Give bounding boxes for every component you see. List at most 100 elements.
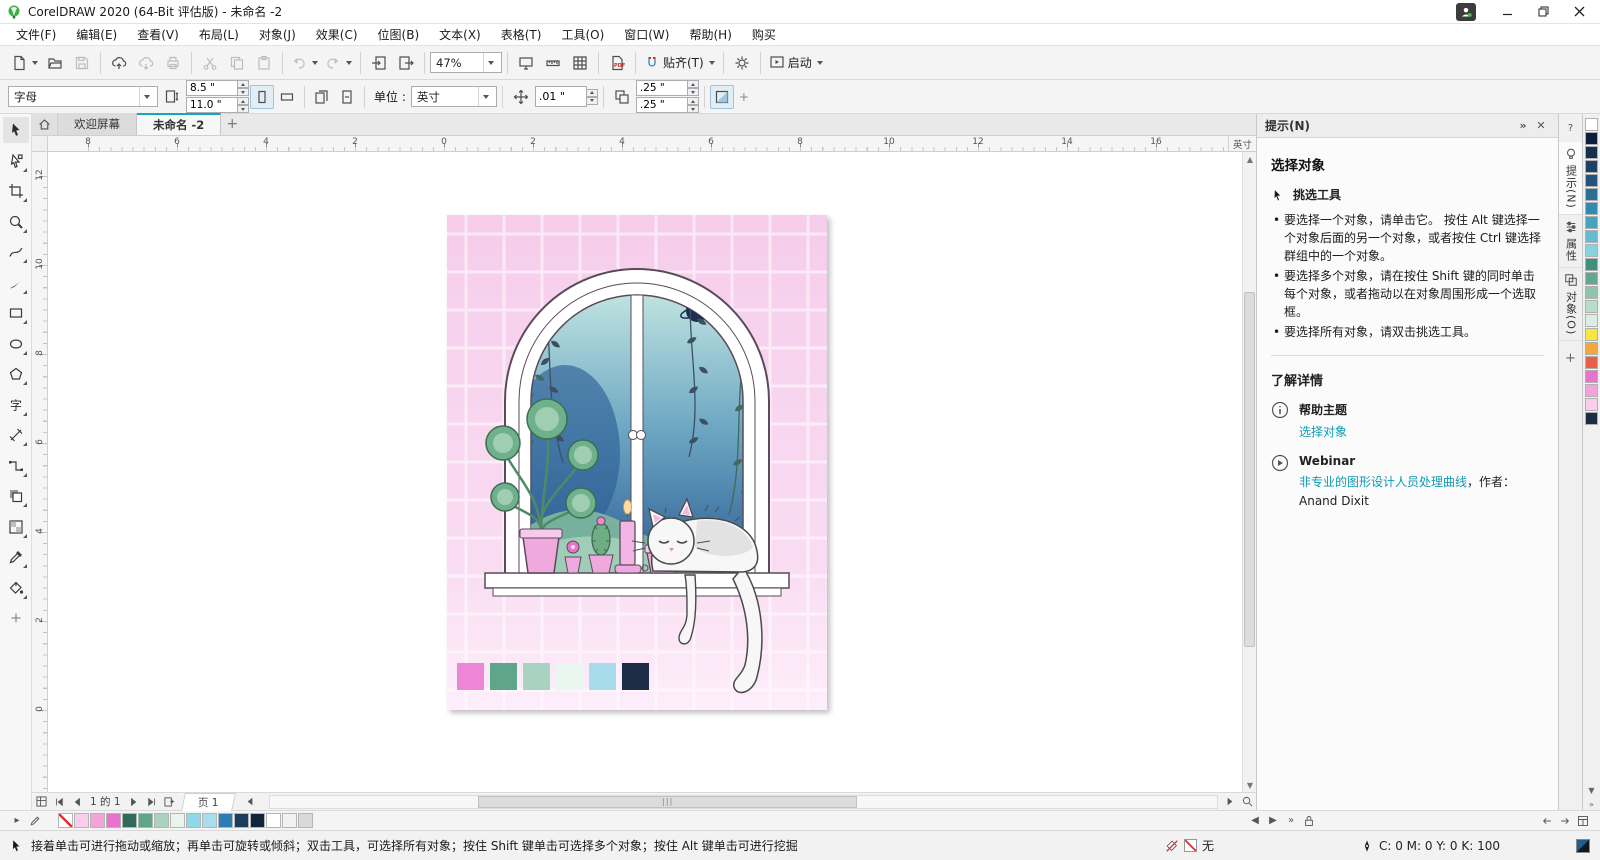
add-tool-button[interactable] bbox=[3, 605, 29, 631]
color-swatch[interactable] bbox=[1585, 384, 1598, 397]
document-palette-swatch[interactable] bbox=[74, 813, 89, 828]
current-page-button[interactable] bbox=[335, 85, 359, 109]
palette-expand-button[interactable]: ▸ bbox=[8, 812, 26, 830]
quick-customize-icon[interactable]: ? bbox=[1561, 118, 1581, 138]
width-down-button[interactable] bbox=[238, 88, 249, 96]
color-swatch[interactable] bbox=[1585, 258, 1598, 271]
last-page-button[interactable] bbox=[143, 793, 161, 811]
color-swatch[interactable] bbox=[1585, 216, 1598, 229]
user-account-icon[interactable] bbox=[1456, 2, 1476, 21]
document-palette-swatch[interactable] bbox=[266, 813, 281, 828]
color-swatch[interactable] bbox=[1585, 356, 1598, 369]
cut-button[interactable] bbox=[197, 50, 223, 76]
color-swatch[interactable] bbox=[1585, 202, 1598, 215]
page-height-input[interactable] bbox=[186, 97, 238, 113]
print-button[interactable] bbox=[160, 50, 186, 76]
help-topic-link[interactable]: 选择对象 bbox=[1299, 425, 1347, 439]
document-palette-swatch[interactable] bbox=[202, 813, 217, 828]
duplicate-x-input[interactable] bbox=[635, 80, 688, 96]
color-swatch[interactable] bbox=[1585, 244, 1598, 257]
menu-item[interactable]: 文本(X) bbox=[429, 23, 491, 46]
palette-strip-flyout-button[interactable]: » bbox=[1585, 798, 1599, 810]
landscape-button[interactable] bbox=[275, 85, 299, 109]
crop-tool[interactable] bbox=[3, 178, 29, 204]
tab-document[interactable]: 未命名 -2 bbox=[137, 113, 222, 135]
tab-welcome-screen[interactable]: 欢迎屏幕 bbox=[58, 113, 137, 135]
drop-shadow-tool[interactable] bbox=[3, 483, 29, 509]
color-swatch[interactable] bbox=[1585, 328, 1598, 341]
nudge-distance-input[interactable] bbox=[534, 86, 587, 107]
document-palette-swatch[interactable] bbox=[154, 813, 169, 828]
color-swatch[interactable] bbox=[1585, 412, 1598, 425]
freehand-tool[interactable] bbox=[3, 239, 29, 265]
webinar-link[interactable]: 非专业的图形设计人员处理曲线 bbox=[1299, 475, 1467, 489]
docker-close-icon[interactable]: ✕ bbox=[1532, 117, 1550, 135]
minimize-button[interactable] bbox=[1492, 1, 1522, 23]
dup-y-up-button[interactable] bbox=[687, 97, 699, 105]
menu-item[interactable]: 布局(L) bbox=[189, 23, 249, 46]
vertical-ruler[interactable]: 12 10 8 6 4 2 0 bbox=[32, 152, 48, 792]
color-swatch[interactable] bbox=[1585, 398, 1598, 411]
palette-scroll-down-button[interactable]: ▼ bbox=[1585, 784, 1599, 796]
new-tab-button[interactable]: + bbox=[221, 113, 243, 135]
menu-item[interactable]: 表格(T) bbox=[491, 23, 552, 46]
save-button[interactable] bbox=[69, 50, 95, 76]
polygon-tool[interactable] bbox=[3, 361, 29, 387]
document-page[interactable] bbox=[447, 215, 827, 710]
docker-tab-objects[interactable]: 对象(O) bbox=[1559, 268, 1582, 342]
show-grid-button[interactable] bbox=[567, 50, 593, 76]
nudge-down-button[interactable] bbox=[586, 96, 598, 105]
redo-button[interactable] bbox=[322, 50, 355, 76]
color-swatch[interactable] bbox=[1585, 342, 1598, 355]
color-swatch[interactable] bbox=[1585, 132, 1598, 145]
text-tool[interactable]: 字 bbox=[3, 392, 29, 418]
ellipse-tool[interactable] bbox=[3, 331, 29, 357]
add-page-button[interactable] bbox=[161, 793, 179, 811]
color-swatch[interactable] bbox=[1585, 174, 1598, 187]
parallel-dimension-tool[interactable] bbox=[3, 422, 29, 448]
forward-arrow-button[interactable] bbox=[1556, 812, 1574, 830]
color-swatch[interactable] bbox=[1585, 230, 1598, 243]
open-button[interactable] bbox=[42, 50, 68, 76]
menu-item[interactable]: 窗口(W) bbox=[614, 23, 679, 46]
home-tab-button[interactable] bbox=[32, 113, 58, 135]
units-select[interactable]: 英寸 bbox=[410, 86, 497, 107]
menu-item[interactable]: 购买 bbox=[742, 23, 786, 46]
doc-palette-flyout-button[interactable]: » bbox=[1282, 812, 1300, 830]
all-pages-button[interactable] bbox=[310, 85, 334, 109]
artistic-media-tool[interactable] bbox=[3, 270, 29, 296]
nudge-up-button[interactable] bbox=[586, 88, 598, 97]
pick-tool[interactable] bbox=[2, 117, 29, 143]
first-page-button[interactable] bbox=[50, 793, 68, 811]
publish-to-pdf-button[interactable]: PDF bbox=[604, 50, 630, 76]
fill-indicator[interactable]: 无 bbox=[1165, 837, 1214, 854]
menu-item[interactable]: 位图(B) bbox=[368, 23, 430, 46]
dup-y-down-button[interactable] bbox=[687, 105, 699, 113]
horizontal-ruler[interactable]: 8 6 4 2 0 2 4 6 8 10 12 14 16 bbox=[48, 136, 1228, 151]
page-settings-button[interactable] bbox=[32, 793, 50, 811]
color-swatch[interactable] bbox=[1585, 314, 1598, 327]
outline-indicator[interactable]: C: 0 M: 0 Y: 0 K: 100 bbox=[1360, 839, 1500, 853]
menu-item[interactable]: 工具(O) bbox=[551, 23, 614, 46]
scroll-down-button[interactable]: ▼ bbox=[1243, 778, 1257, 792]
page-1-tab[interactable]: 页 1 bbox=[180, 792, 235, 811]
docker-tab-properties[interactable]: 属性 bbox=[1559, 215, 1582, 268]
page-width-input[interactable] bbox=[186, 80, 238, 96]
color-swatch[interactable] bbox=[1585, 188, 1598, 201]
document-palette-swatch[interactable] bbox=[138, 813, 153, 828]
cloud-save-button[interactable] bbox=[133, 50, 159, 76]
drawing-canvas[interactable] bbox=[48, 152, 1242, 792]
close-button[interactable] bbox=[1564, 1, 1594, 23]
menu-item[interactable]: 编辑(E) bbox=[66, 23, 127, 46]
undo-button[interactable] bbox=[288, 50, 321, 76]
menu-item[interactable]: 查看(V) bbox=[127, 23, 189, 46]
zoom-level-select[interactable]: 47% bbox=[430, 52, 502, 73]
next-page-button[interactable] bbox=[125, 793, 143, 811]
interactive-fill-tool[interactable] bbox=[3, 575, 29, 601]
document-palette-swatch[interactable] bbox=[106, 813, 121, 828]
h-scroll-right-button[interactable] bbox=[1220, 793, 1238, 811]
back-arrow-button[interactable] bbox=[1538, 812, 1556, 830]
copy-button[interactable] bbox=[224, 50, 250, 76]
document-palette-swatch[interactable] bbox=[250, 813, 265, 828]
treat-as-filled-button[interactable] bbox=[709, 84, 734, 109]
